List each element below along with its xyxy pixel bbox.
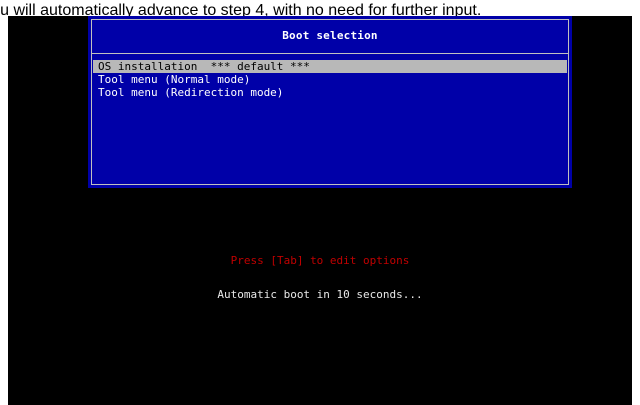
boot-option-tool-menu-normal[interactable]: Tool menu (Normal mode) [93, 73, 567, 86]
boot-selection-frame: Boot selection OS installation *** defau… [91, 19, 569, 185]
boot-selection-panel: Boot selection OS installation *** defau… [88, 16, 572, 188]
boot-options-list: OS installation *** default *** Tool men… [93, 60, 567, 99]
boot-option-os-installation[interactable]: OS installation *** default *** [93, 60, 567, 73]
boot-console-screen: Boot selection OS installation *** defau… [8, 16, 632, 405]
boot-selection-header: Boot selection [92, 20, 568, 54]
boot-option-tool-menu-redirection[interactable]: Tool menu (Redirection mode) [93, 86, 567, 99]
edit-options-hint: Press [Tab] to edit options [230, 254, 410, 267]
boot-selection-title: Boot selection [282, 29, 378, 42]
boot-countdown-text: Automatic boot in 10 seconds... [217, 288, 423, 301]
